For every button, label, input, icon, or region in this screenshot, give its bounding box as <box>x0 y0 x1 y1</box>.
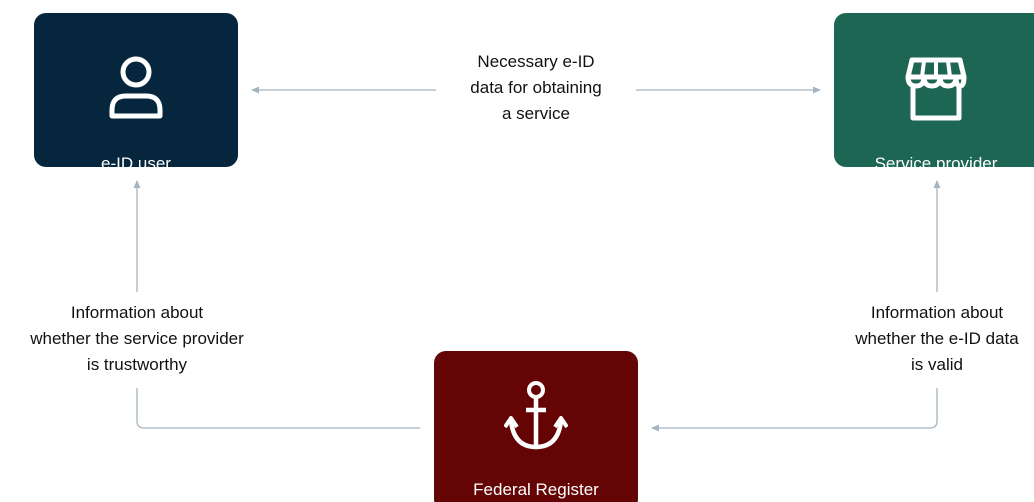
edge-label-provider-trust: Information about whether the service pr… <box>6 300 268 378</box>
edge-label-eid-validity: Information about whether the e-ID data … <box>826 300 1034 378</box>
edge-label-line: whether the e-ID data <box>855 329 1019 348</box>
edge-label-line: Necessary e-ID <box>477 52 595 71</box>
edge-label-line: a service <box>501 104 571 123</box>
node-service-provider: Service provider <box>834 13 1034 173</box>
node-label-service-provider: Service provider <box>874 154 998 173</box>
edge-label-line: is trustworthy <box>86 355 188 374</box>
edge-label-line: data for obtaining <box>470 78 602 97</box>
edge-label-line: Information about <box>870 303 1004 322</box>
node-label-federal-register: Federal Register <box>473 480 599 499</box>
anchor-icon <box>504 381 568 450</box>
connector-provider-register-arrow <box>651 388 938 432</box>
node-eid-user: e-ID user <box>34 13 238 173</box>
node-label-eid-user: e-ID user <box>101 154 171 173</box>
connector-register-user <box>136 388 420 429</box>
trust-diagram: e-ID user Service provider Federal Regis… <box>0 0 1034 502</box>
edge-label-eid-data: Necessary e-ID data for obtaining a serv… <box>436 49 636 127</box>
storefront-icon <box>905 57 967 121</box>
node-federal-register: Federal Register <box>434 351 638 502</box>
edge-label-line: Information about <box>70 303 204 322</box>
edge-label-line: whether the service provider <box>30 329 244 348</box>
edge-label-line: is valid <box>911 355 963 374</box>
person-icon <box>109 56 163 119</box>
